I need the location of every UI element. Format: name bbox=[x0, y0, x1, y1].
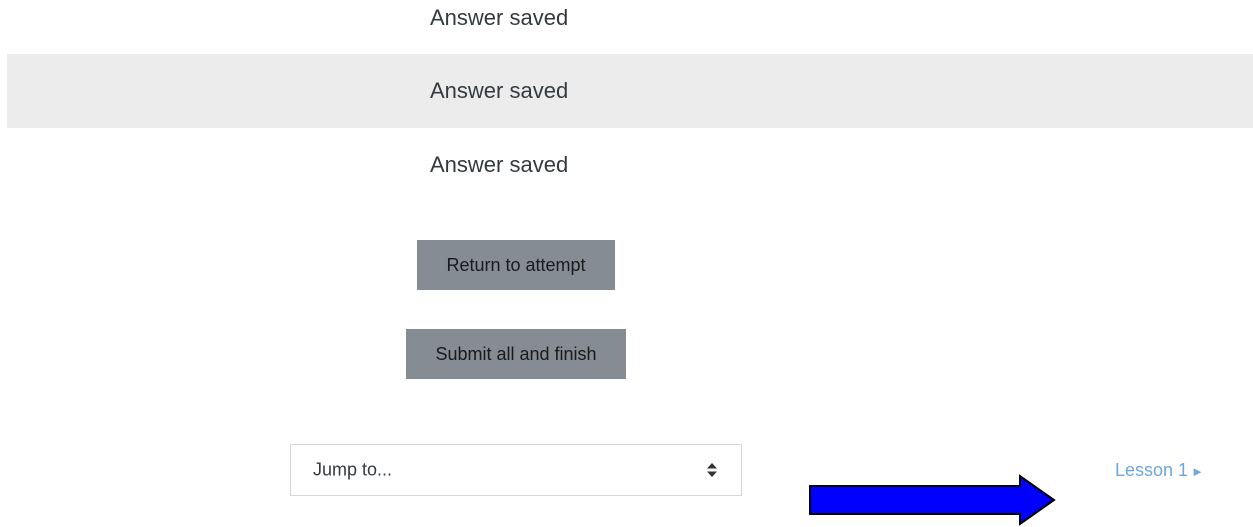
triangle-right-icon: ► bbox=[1191, 464, 1204, 479]
return-to-attempt-button[interactable]: Return to attempt bbox=[417, 240, 615, 290]
answer-status: Answer saved bbox=[430, 152, 569, 177]
next-activity-link[interactable]: Lesson 1 ► bbox=[1115, 460, 1204, 481]
summary-row-1: Answer saved bbox=[7, 0, 1253, 55]
summary-row-2: Answer saved bbox=[7, 54, 1253, 128]
summary-row-3: Answer saved bbox=[7, 128, 1253, 202]
jump-to-select-value: Jump to... bbox=[313, 459, 393, 480]
next-activity-label: Lesson 1 bbox=[1115, 460, 1189, 480]
answer-status: Answer saved bbox=[430, 5, 569, 30]
jump-to-select[interactable]: Jump to... bbox=[290, 444, 742, 496]
submit-all-and-finish-button[interactable]: Submit all and finish bbox=[406, 329, 626, 379]
answer-status: Answer saved bbox=[430, 78, 569, 103]
select-updown-icon bbox=[707, 463, 717, 477]
annotation-arrow-icon bbox=[809, 474, 1056, 526]
